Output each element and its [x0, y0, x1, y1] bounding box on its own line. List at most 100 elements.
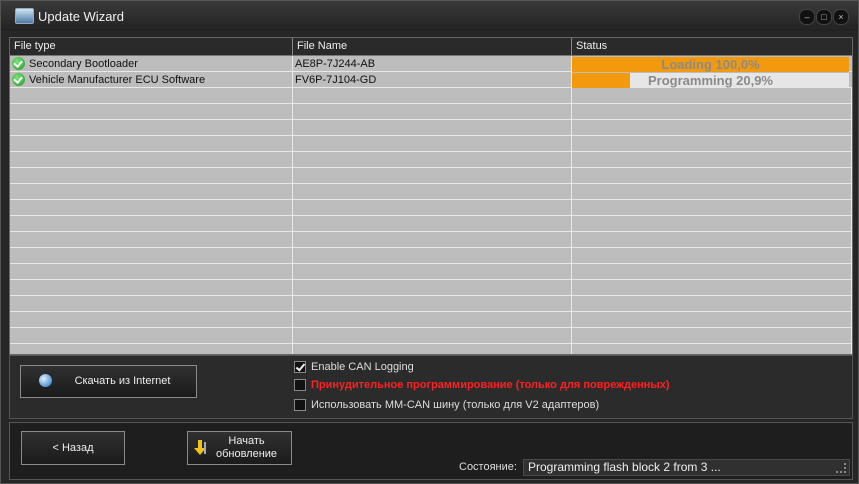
- empty-row: [10, 216, 852, 232]
- empty-cell: [572, 184, 852, 200]
- column-file-type[interactable]: File type: [10, 38, 293, 55]
- start-update-button[interactable]: Начать обновление: [187, 431, 292, 465]
- empty-cell: [10, 136, 293, 152]
- empty-row: [10, 120, 852, 136]
- mm-can-checkbox[interactable]: [294, 399, 306, 411]
- check-icon: [12, 73, 25, 86]
- empty-row: [10, 344, 852, 354]
- options-panel: Скачать из Internet Enable CAN Logging П…: [9, 355, 853, 419]
- empty-cell: [572, 120, 852, 136]
- status-progress-bar: Loading 100,0%: [572, 57, 849, 72]
- empty-cell: [10, 152, 293, 168]
- download-internet-button[interactable]: Скачать из Internet: [20, 365, 197, 398]
- close-button[interactable]: ×: [833, 9, 849, 25]
- status-value: Programming flash block 2 from 3 ...: [528, 460, 721, 474]
- empty-cell: [572, 168, 852, 184]
- can-logging-checkbox[interactable]: [294, 361, 306, 373]
- empty-row: [10, 168, 852, 184]
- table-row[interactable]: Secondary Bootloader AE8P-7J244-AB Loadi…: [10, 56, 852, 72]
- table-row[interactable]: Vehicle Manufacturer ECU Software FV6P-7…: [10, 72, 852, 88]
- empty-cell: [293, 216, 572, 232]
- empty-cell: [293, 232, 572, 248]
- empty-cell: [572, 152, 852, 168]
- empty-row: [10, 296, 852, 312]
- empty-cell: [293, 200, 572, 216]
- empty-cell: [10, 344, 293, 354]
- empty-row: [10, 248, 852, 264]
- empty-cell: [293, 328, 572, 344]
- back-button[interactable]: < Назад: [21, 431, 125, 465]
- empty-cell: [10, 120, 293, 136]
- empty-row: [10, 200, 852, 216]
- start-button-line2: обновление: [215, 448, 278, 460]
- empty-cell: [293, 136, 572, 152]
- empty-cell: [10, 264, 293, 280]
- empty-row: [10, 152, 852, 168]
- empty-row: [10, 280, 852, 296]
- update-wizard-window: Update Wizard – □ × File type File Name …: [0, 0, 859, 484]
- empty-cell: [572, 136, 852, 152]
- status-label: Состояние:: [459, 461, 517, 473]
- empty-cell: [10, 184, 293, 200]
- download-button-label: Скачать из Internet: [74, 375, 171, 387]
- column-status[interactable]: Status: [572, 38, 852, 55]
- file-type-cell: Vehicle Manufacturer ECU Software: [29, 74, 206, 86]
- empty-cell: [293, 264, 572, 280]
- can-logging-label: Enable CAN Logging: [311, 361, 414, 373]
- empty-cell: [10, 296, 293, 312]
- file-type-cell: Secondary Bootloader: [29, 58, 138, 70]
- status-text: Programming 20,9%: [648, 73, 773, 88]
- empty-cell: [293, 280, 572, 296]
- globe-icon: [39, 374, 52, 387]
- empty-cell: [10, 248, 293, 264]
- file-name-cell: FV6P-7J104-GD: [293, 72, 572, 88]
- empty-cell: [293, 184, 572, 200]
- empty-cell: [293, 120, 572, 136]
- mm-can-label: Использовать MM-CAN шину (только для V2 …: [311, 399, 600, 411]
- empty-row: [10, 264, 852, 280]
- empty-cell: [572, 344, 852, 354]
- empty-cell: [572, 216, 852, 232]
- empty-cell: [10, 280, 293, 296]
- empty-cell: [10, 88, 293, 104]
- forced-programming-label: Принудительное программирование (только …: [311, 379, 670, 391]
- empty-cell: [293, 248, 572, 264]
- empty-cell: [10, 104, 293, 120]
- empty-cell: [293, 104, 572, 120]
- empty-row: [10, 104, 852, 120]
- empty-cell: [10, 216, 293, 232]
- empty-cell: [293, 168, 572, 184]
- empty-row: [10, 232, 852, 248]
- empty-cell: [10, 232, 293, 248]
- empty-cell: [572, 264, 852, 280]
- empty-cell: [572, 200, 852, 216]
- window-title: Update Wizard: [38, 9, 124, 24]
- forced-programming-checkbox[interactable]: [294, 379, 306, 391]
- empty-row: [10, 312, 852, 328]
- app-icon: [15, 8, 34, 24]
- empty-cell: [572, 248, 852, 264]
- column-file-name[interactable]: File Name: [293, 38, 572, 55]
- empty-cell: [293, 312, 572, 328]
- empty-cell: [293, 152, 572, 168]
- empty-cell: [10, 168, 293, 184]
- empty-cell: [572, 312, 852, 328]
- empty-cell: [10, 200, 293, 216]
- empty-cell: [293, 296, 572, 312]
- empty-cell: [293, 344, 572, 354]
- download-arrow-icon: [194, 440, 206, 455]
- empty-cell: [572, 232, 852, 248]
- empty-cell: [572, 328, 852, 344]
- resize-grip-icon[interactable]: [836, 463, 846, 473]
- status-progress-bar: Programming 20,9%: [572, 73, 849, 88]
- title-bar[interactable]: Update Wizard – □ ×: [1, 1, 858, 31]
- empty-cell: [10, 312, 293, 328]
- empty-cell: [572, 88, 852, 104]
- status-text: Loading 100,0%: [661, 57, 760, 72]
- grid-header: File type File Name Status: [10, 38, 852, 56]
- empty-cell: [572, 280, 852, 296]
- check-icon: [12, 57, 25, 70]
- empty-cell: [10, 328, 293, 344]
- maximize-button[interactable]: □: [816, 9, 832, 25]
- minimize-button[interactable]: –: [799, 9, 815, 25]
